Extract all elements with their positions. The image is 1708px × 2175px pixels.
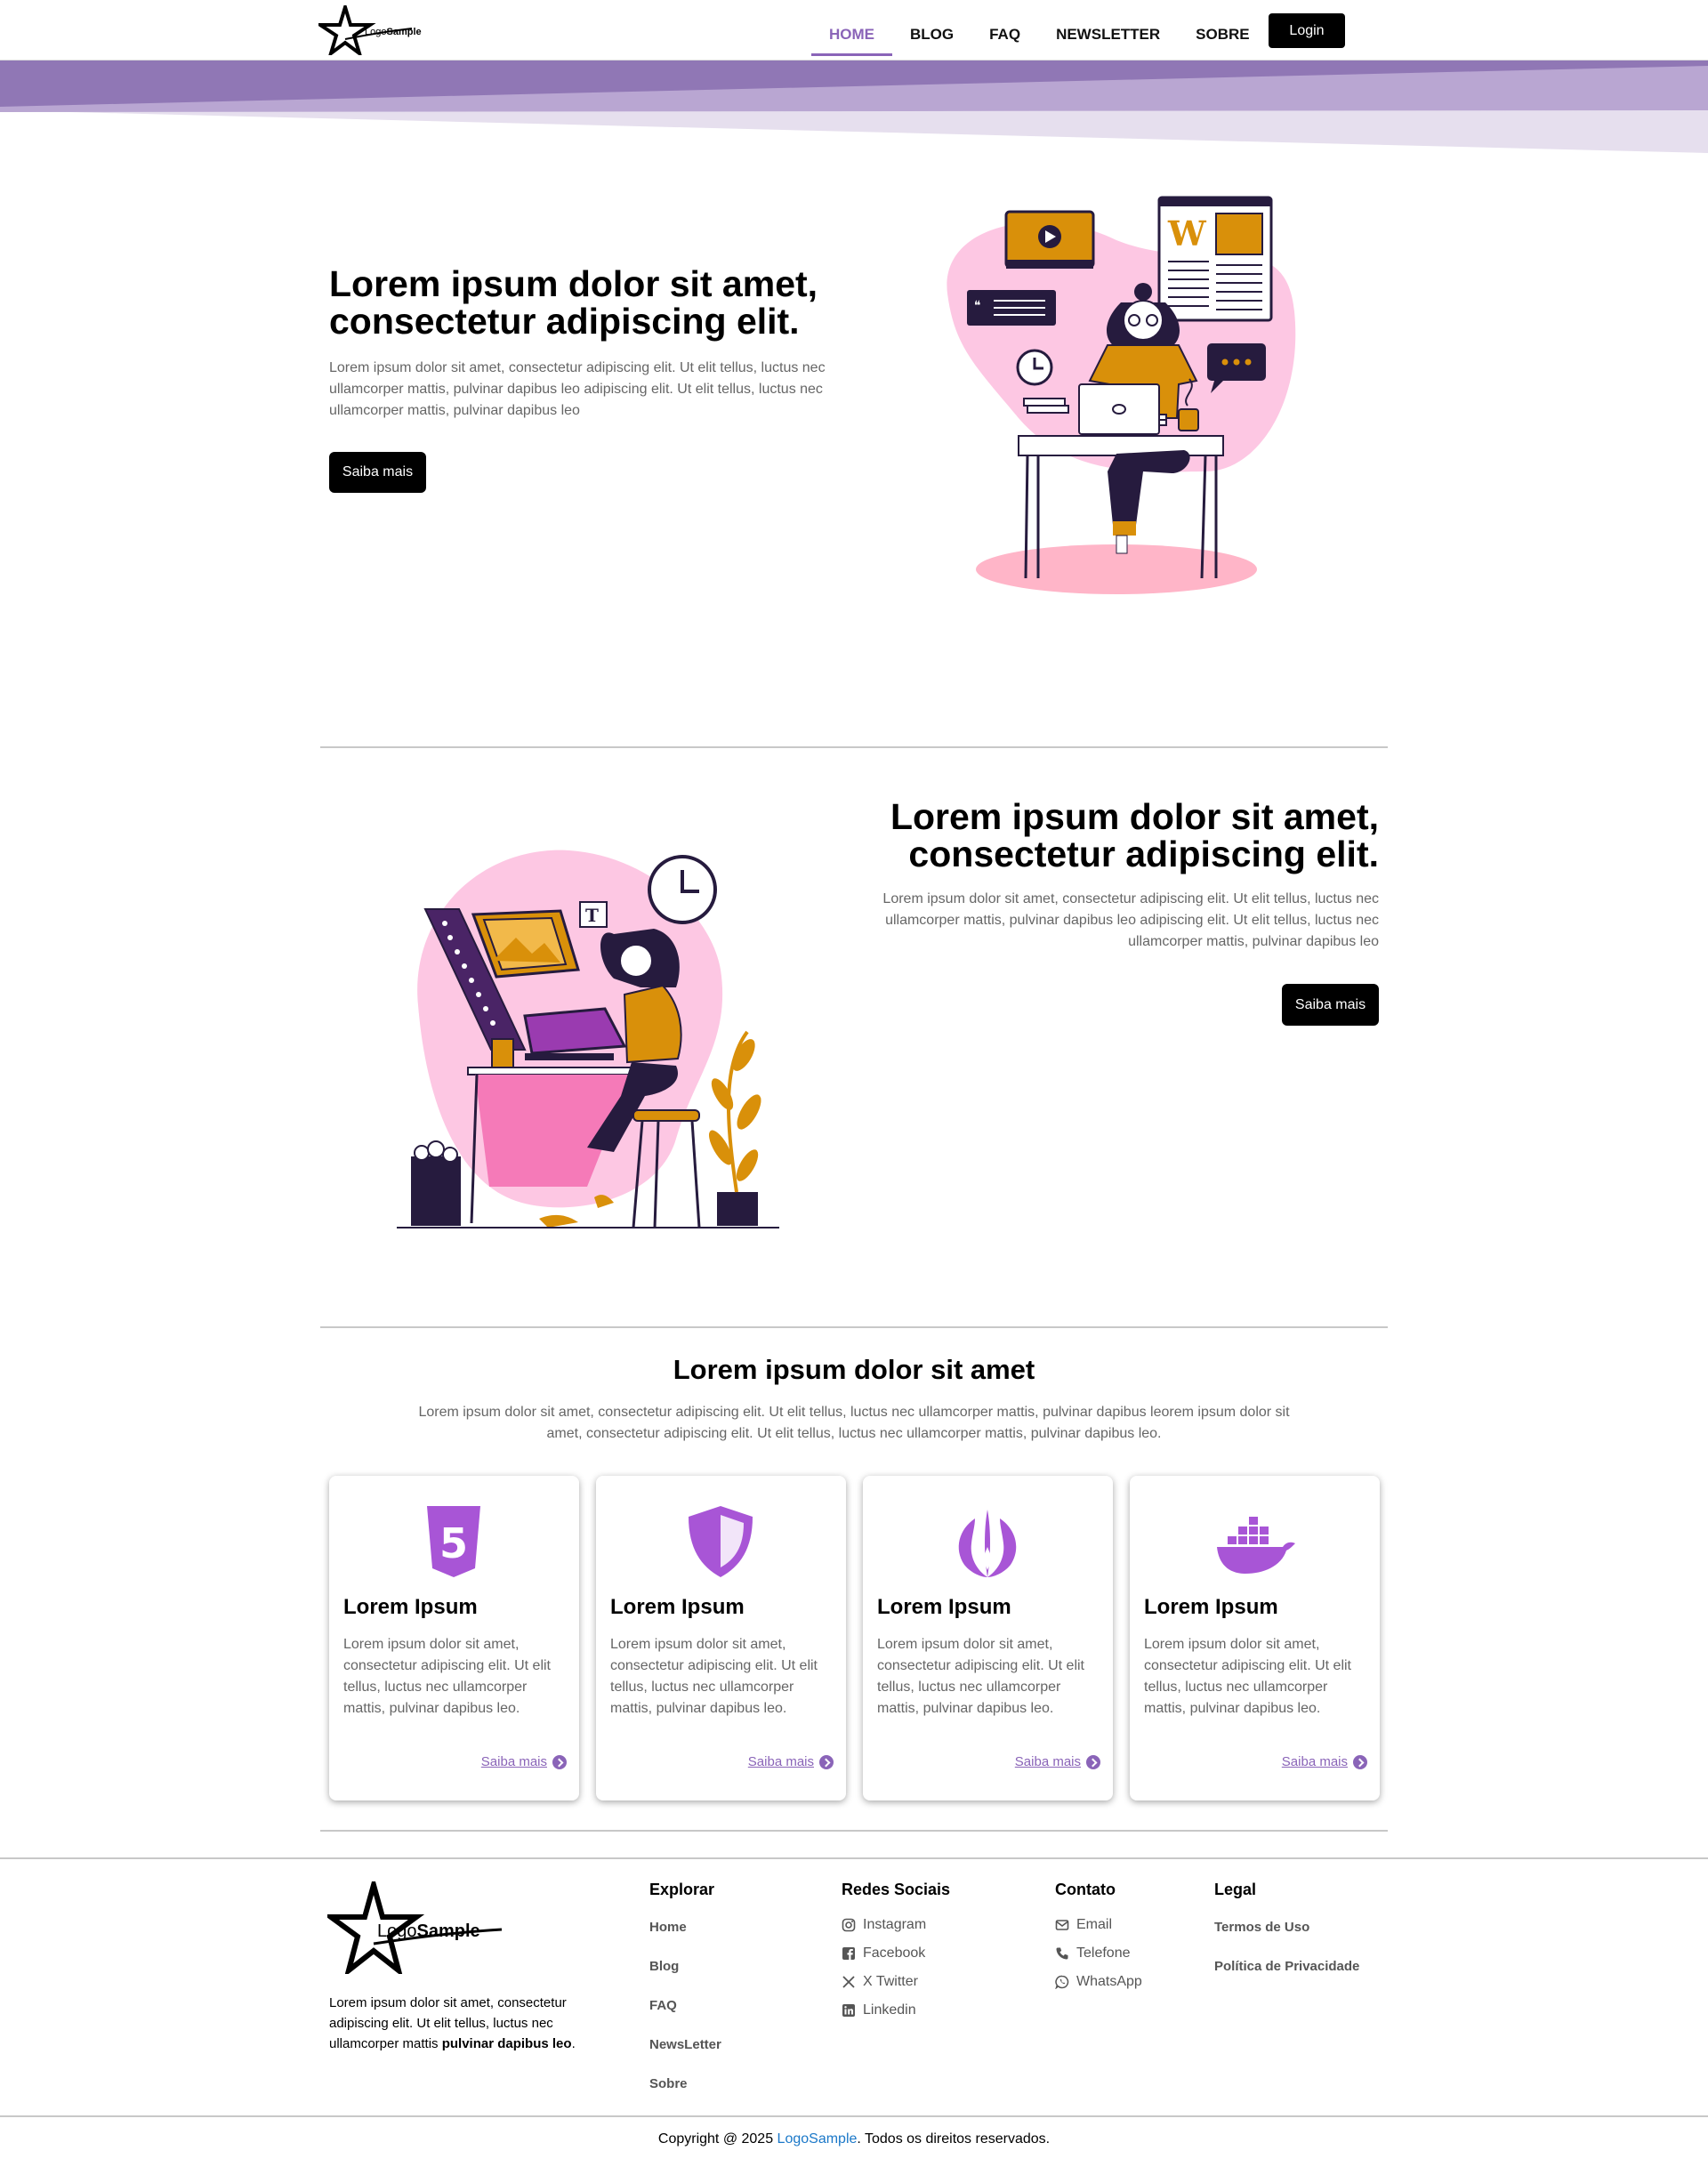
footer-link-facebook[interactable]: Facebook	[842, 1945, 925, 1962]
arrow-circle-right-icon	[819, 1754, 834, 1769]
html5-icon: 5	[427, 1506, 480, 1577]
footer-description: Lorem ipsum dolor sit amet, consectetur …	[329, 1995, 576, 2051]
copyright-brand-link[interactable]: LogoSample	[777, 2131, 858, 2147]
instagram-icon	[842, 1918, 856, 1932]
footer-link-sobre[interactable]: Sobre	[649, 2076, 688, 2091]
footer-link-whatsapp[interactable]: WhatsApp	[1055, 1974, 1142, 1990]
nav-home[interactable]: HOME	[811, 4, 892, 56]
login-button[interactable]: Login	[1269, 13, 1345, 48]
card-text: Lorem ipsum dolor sit amet, consectetur …	[877, 1637, 1084, 1716]
logo-text: LogoSample	[365, 27, 422, 37]
footer-link-linkedin[interactable]: Linkedin	[842, 2002, 916, 2018]
logo-text: LogoSample	[377, 1921, 480, 1941]
nav-blog[interactable]: BLOG	[892, 4, 971, 56]
features-text: Lorem ipsum dolor sit amet, consectetur …	[418, 1405, 1290, 1441]
section-divider	[320, 1326, 1388, 1328]
feature-card: Lorem Ipsum Lorem ipsum dolor sit amet, …	[1130, 1476, 1380, 1800]
card-text: Lorem ipsum dolor sit amet, consectetur …	[610, 1637, 818, 1716]
card-text: Lorem ipsum dolor sit amet, consectetur …	[1144, 1637, 1351, 1716]
card-title: Lorem Ipsum	[610, 1595, 745, 1619]
section-divider	[320, 1830, 1388, 1832]
section-divider	[320, 746, 1388, 748]
card-text: Lorem ipsum dolor sit amet, consectetur …	[343, 1637, 551, 1716]
footer-link-blog[interactable]: Blog	[649, 1959, 679, 1974]
footer-link-email[interactable]: Email	[1055, 1917, 1112, 1933]
navbar: LogoSample HOME BLOG FAQ NEWSLETTER SOBR…	[0, 0, 1708, 60]
footer-link-termos[interactable]: Termos de Uso	[1214, 1920, 1309, 1935]
footer-link-newsletter[interactable]: NewsLetter	[649, 2037, 721, 2052]
nav-newsletter[interactable]: NEWSLETTER	[1038, 4, 1178, 56]
footer-link-home[interactable]: Home	[649, 1920, 687, 1935]
card-saiba-mais-link[interactable]: Saiba mais	[1015, 1754, 1100, 1769]
svg-text:5: 5	[439, 1519, 468, 1567]
svg-text:❝: ❝	[974, 299, 981, 313]
hero1-title: Lorem ipsum dolor sit amet, consectetur …	[329, 263, 818, 342]
card-title: Lorem Ipsum	[877, 1595, 1011, 1619]
hero1-text: Lorem ipsum dolor sit amet, consectetur …	[329, 360, 826, 418]
main-nav: HOME BLOG FAQ NEWSLETTER SOBRE	[811, 0, 1268, 60]
arrow-circle-right-icon	[1086, 1754, 1100, 1769]
footer-link-instagram[interactable]: Instagram	[842, 1917, 926, 1933]
feature-card: 5 Lorem Ipsum Lorem ipsum dolor sit amet…	[329, 1476, 579, 1800]
hero2-saiba-mais-button[interactable]: Saiba mais	[1282, 984, 1379, 1026]
footer-heading-contato: Contato	[1055, 1881, 1116, 1898]
footer-heading-legal: Legal	[1214, 1881, 1257, 1898]
footer-link-privacidade[interactable]: Política de Privacidade	[1214, 1959, 1359, 1974]
docker-icon	[1217, 1517, 1295, 1574]
arrow-circle-right-icon	[552, 1754, 567, 1769]
svg-text:T: T	[585, 905, 599, 926]
nav-sobre[interactable]: SOBRE	[1178, 4, 1267, 56]
shield-icon	[689, 1506, 753, 1577]
linkedin-icon	[842, 2004, 855, 2017]
footer-bottom-divider	[0, 2115, 1708, 2117]
footer-link-telefone[interactable]: Telefone	[1055, 1945, 1131, 1962]
arrow-circle-right-icon	[1353, 1754, 1367, 1769]
footer-logo[interactable]: LogoSample	[322, 1874, 505, 1978]
footer-link-faq[interactable]: FAQ	[649, 1998, 677, 2013]
logo[interactable]: LogoSample	[314, 1, 422, 59]
hero2-text: Lorem ipsum dolor sit amet, consectetur …	[882, 891, 1379, 949]
facebook-icon	[842, 1947, 855, 1960]
card-title: Lorem Ipsum	[1144, 1595, 1278, 1619]
hero1-saiba-mais-button[interactable]: Saiba mais	[329, 452, 426, 493]
svg-text:W: W	[1167, 213, 1207, 254]
card-saiba-mais-link[interactable]: Saiba mais	[481, 1754, 567, 1769]
x-twitter-icon	[842, 1976, 855, 1988]
copyright: Copyright @ 2025 LogoSample. Todos os di…	[657, 2131, 1051, 2147]
hero2-illustration: T	[397, 850, 779, 1228]
footer-heading-explorar: Explorar	[649, 1881, 715, 1898]
feature-card: Lorem Ipsum Lorem ipsum dolor sit amet, …	[863, 1476, 1113, 1800]
footer-divider	[0, 1857, 1708, 1859]
card-title: Lorem Ipsum	[343, 1595, 478, 1619]
nav-faq[interactable]: FAQ	[971, 4, 1038, 56]
hero2-title: Lorem ipsum dolor sit amet, consectetur …	[890, 796, 1379, 874]
decorative-wave-band	[0, 60, 1708, 153]
whatsapp-icon	[1055, 1975, 1069, 1989]
footer-link-x-twitter[interactable]: X Twitter	[842, 1974, 918, 1990]
envelope-icon	[1055, 1920, 1069, 1930]
card-saiba-mais-link[interactable]: Saiba mais	[748, 1754, 834, 1769]
card-saiba-mais-link[interactable]: Saiba mais	[1282, 1754, 1367, 1769]
hero1-illustration: W ❝	[947, 196, 1296, 594]
feature-card: Lorem Ipsum Lorem ipsum dolor sit amet, …	[596, 1476, 846, 1800]
footer-heading-redes-sociais: Redes Sociais	[842, 1881, 951, 1898]
jedi-order-icon	[958, 1510, 1017, 1577]
features-title: Lorem ipsum dolor sit amet	[673, 1354, 1035, 1385]
phone-icon	[1056, 1947, 1068, 1960]
